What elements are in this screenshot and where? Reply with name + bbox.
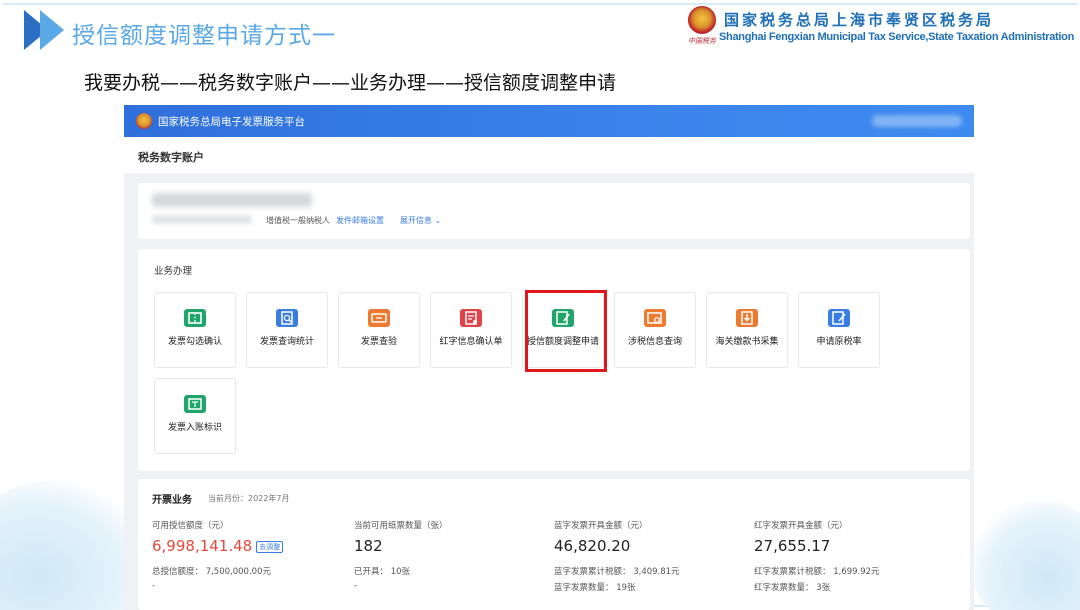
platform-title: 国家税务总局电子发票服务平台 xyxy=(158,116,305,128)
platform-top-bar: 国家税务总局电子发票服务平台 xyxy=(124,105,974,137)
tile-label: 涉税信息查询 xyxy=(627,337,682,347)
stat-value-text: 6,998,141.48 xyxy=(152,537,253,555)
stat-sub: 总授信额度： 7,500,000.00元 xyxy=(152,567,271,577)
stat-value: 46,820.20 xyxy=(554,537,631,555)
stat-label: 红字发票开具金额（元） xyxy=(754,521,848,531)
tile-invoice-entry-mark[interactable]: 发票入账标识 xyxy=(154,378,236,454)
tile-label: 海关缴款书采集 xyxy=(715,337,779,347)
stat-sub: 蓝字发票数量： 19张 xyxy=(554,583,636,593)
stat-sub: 蓝字发票累计税额： 3,409.81元 xyxy=(554,567,680,577)
taxpayer-type: 增值税一般纳税人 xyxy=(266,216,330,225)
taxpayer-name-blurred xyxy=(152,193,312,207)
tile-label: 申请原税率 xyxy=(816,337,862,347)
stat-label: 当前可用纸票数量（张） xyxy=(354,521,448,531)
platform-screenshot: 国家税务总局电子发票服务平台 税务数字账户 增值税一般纳税人 发件邮箱设置 展开… xyxy=(124,105,974,610)
stat-blue-invoice-amount: 蓝字发票开具金额（元） 46,820.20 蓝字发票累计税额： 3,409.81… xyxy=(554,519,754,593)
info-search-icon xyxy=(644,309,666,327)
taxpayer-id-blurred xyxy=(152,215,252,224)
stat-sub: - xyxy=(152,581,156,591)
stat-sub: 红字发票累计税额： 1,699.92元 xyxy=(754,567,880,577)
tile-label: 红字信息确认单 xyxy=(439,337,503,347)
chevron-right-icon xyxy=(40,10,64,50)
tile-apply-original-rate[interactable]: 申请原税率 xyxy=(798,292,880,368)
tax-emblem-icon xyxy=(688,6,716,34)
stat-red-invoice-amount: 红字发票开具金额（元） 27,655.17 红字发票累计税额： 1,699.92… xyxy=(754,519,954,593)
background-wave-right xyxy=(970,500,1080,610)
breadcrumb: 我要办税——税务数字账户——业务办理——授信额度调整申请 xyxy=(84,72,617,94)
tile-invoice-query-stats[interactable]: 发票查询统计 xyxy=(246,292,328,368)
mailbox-settings-link[interactable]: 发件邮箱设置 xyxy=(336,215,384,226)
platform-logo-icon xyxy=(136,113,152,129)
tile-invoice-verify[interactable]: 发票查验 xyxy=(338,292,420,368)
org-name-en: Shanghai Fengxian Municipal Tax Service,… xyxy=(719,31,1075,43)
stat-paper-invoices: 当前可用纸票数量（张） 182 已开具： 10张 - xyxy=(354,519,554,591)
stat-sub: 红字发票数量： 3张 xyxy=(754,583,831,593)
stat-sub: - xyxy=(354,581,358,591)
invoicing-card: 开票业务 当前月份：2022年7月 可用授信额度（元） 6,998,141.48… xyxy=(138,479,970,610)
ticket-verify-icon xyxy=(368,309,390,327)
pen-doc-icon xyxy=(828,309,850,327)
stat-available-credit: 可用授信额度（元） 6,998,141.48 去调整 总授信额度： 7,500,0… xyxy=(152,519,352,591)
tile-red-info-confirm[interactable]: 红字信息确认单 xyxy=(430,292,512,368)
tile-label: 发票勾选确认 xyxy=(167,337,222,347)
user-info-blurred xyxy=(872,115,962,127)
business-section-title: 业务办理 xyxy=(154,266,193,277)
tile-label: 发票查询统计 xyxy=(259,337,314,347)
slide-header: 授信额度调整申请方式一 中国税务 国家税务总局上海市奉贤区税务局 Shangha… xyxy=(0,0,1080,60)
ticket-icon xyxy=(184,309,206,327)
tile-label: 发票入账标识 xyxy=(167,423,222,433)
page-title-bar: 税务数字账户 xyxy=(124,137,974,173)
stamp-icon xyxy=(184,395,206,413)
expand-info-link[interactable]: 展开信息 ⌄ xyxy=(400,215,441,226)
org-name-cn: 国家税务总局上海市奉贤区税务局 xyxy=(724,11,995,29)
page-title: 税务数字账户 xyxy=(138,151,204,164)
tile-invoice-select-confirm[interactable]: 发票勾选确认 xyxy=(154,292,236,368)
invoicing-title: 开票业务 xyxy=(152,495,192,506)
highlight-frame xyxy=(525,290,607,372)
account-card: 增值税一般纳税人 发件邮箱设置 展开信息 ⌄ xyxy=(138,183,970,239)
slide-title: 授信额度调整申请方式一 xyxy=(72,23,336,49)
stat-value: 182 xyxy=(354,537,383,555)
red-doc-icon xyxy=(460,309,482,327)
adjust-credit-button[interactable]: 去调整 xyxy=(256,541,284,553)
stat-value: 27,655.17 xyxy=(754,537,831,555)
tile-customs-payment-collect[interactable]: 海关缴款书采集 xyxy=(706,292,788,368)
search-doc-icon xyxy=(276,309,298,327)
current-month: 当前月份：2022年7月 xyxy=(208,494,290,503)
stat-label: 蓝字发票开具金额（元） xyxy=(554,521,648,531)
download-doc-icon xyxy=(736,309,758,327)
tile-tax-info-query[interactable]: 涉税信息查询 xyxy=(614,292,696,368)
seal-text: 中国税务 xyxy=(688,37,716,45)
stat-value: 6,998,141.48 去调整 xyxy=(152,537,352,555)
stat-sub: 已开具： 10张 xyxy=(354,567,411,577)
tile-label: 发票查验 xyxy=(360,337,397,347)
stat-label: 可用授信额度（元） xyxy=(152,521,229,531)
